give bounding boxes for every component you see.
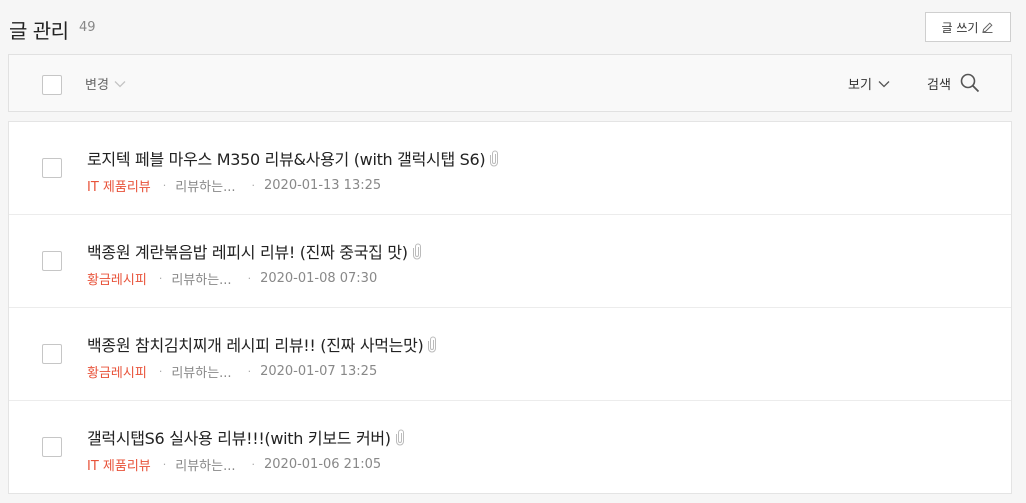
post-date: 2020-01-08 07:30 bbox=[260, 271, 378, 286]
view-label: 보기 bbox=[848, 78, 872, 93]
post-meta: IT 제품리뷰 · 리뷰하는... · 2020-01-13 13:25 bbox=[87, 176, 381, 195]
post-title-link[interactable]: 백종원 계란볶음밥 레피시 리뷰! (진짜 중국집 맛) bbox=[87, 239, 421, 263]
post-checkbox[interactable] bbox=[42, 158, 62, 178]
post-title-link[interactable]: 갤럭시탭S6 실사용 리뷰!!!(with 키보드 커버) bbox=[87, 425, 404, 449]
separator: · bbox=[247, 365, 252, 378]
post-date: 2020-01-06 21:05 bbox=[264, 457, 382, 472]
paperclip-icon bbox=[412, 243, 421, 259]
post-category[interactable]: 황금레시피 bbox=[87, 362, 147, 381]
separator: · bbox=[158, 365, 163, 378]
post-status: 리뷰하는... bbox=[171, 273, 232, 288]
post-title: 갤럭시탭S6 실사용 리뷰!!!(with 키보드 커버) bbox=[87, 429, 391, 448]
post-status: 리뷰하는... bbox=[175, 180, 236, 195]
post-title: 로지텍 페블 마우스 M350 리뷰&사용기 (with 갤럭시탭 S6) bbox=[87, 150, 486, 169]
separator: · bbox=[251, 179, 256, 192]
chevron-down-icon bbox=[114, 80, 126, 87]
post-row: 백종원 계란볶음밥 레피시 리뷰! (진짜 중국집 맛) 황금레시피 · 리뷰하… bbox=[9, 215, 1011, 308]
list-toolbar: 변경 보기 검색 bbox=[8, 54, 1012, 112]
change-label: 변경 bbox=[85, 78, 109, 93]
paperclip-icon bbox=[395, 429, 404, 445]
post-title-link[interactable]: 로지텍 페블 마우스 M350 리뷰&사용기 (with 갤럭시탭 S6) bbox=[87, 146, 499, 170]
post-category[interactable]: 황금레시피 bbox=[87, 269, 147, 288]
post-checkbox[interactable] bbox=[42, 251, 62, 271]
post-meta: 황금레시피 · 리뷰하는... · 2020-01-08 07:30 bbox=[87, 269, 377, 288]
chevron-down-icon bbox=[878, 80, 890, 87]
write-post-button[interactable]: 글 쓰기 bbox=[925, 12, 1011, 42]
post-checkbox[interactable] bbox=[42, 344, 62, 364]
search-icon bbox=[960, 73, 980, 93]
post-category[interactable]: IT 제품리뷰 bbox=[87, 455, 151, 474]
post-date: 2020-01-07 13:25 bbox=[260, 364, 378, 379]
separator: · bbox=[247, 272, 252, 285]
post-checkbox[interactable] bbox=[42, 437, 62, 457]
separator: · bbox=[158, 272, 163, 285]
post-title-link[interactable]: 백종원 참치김치찌개 레시피 리뷰!! (진짜 사먹는맛) bbox=[87, 332, 437, 356]
search-button[interactable]: 검색 bbox=[927, 72, 981, 94]
paperclip-icon bbox=[490, 150, 499, 166]
post-title: 백종원 계란볶음밥 레피시 리뷰! (진짜 중국집 맛) bbox=[87, 243, 408, 262]
post-count: 49 bbox=[79, 20, 96, 35]
page-header: 글 관리 49 글 쓰기 bbox=[0, 0, 1026, 54]
post-row: 로지텍 페블 마우스 M350 리뷰&사용기 (with 갤럭시탭 S6) IT… bbox=[9, 122, 1011, 215]
post-list: 로지텍 페블 마우스 M350 리뷰&사용기 (with 갤럭시탭 S6) IT… bbox=[8, 121, 1012, 494]
separator: · bbox=[162, 458, 167, 471]
post-meta: IT 제품리뷰 · 리뷰하는... · 2020-01-06 21:05 bbox=[87, 455, 381, 474]
select-all-checkbox[interactable] bbox=[42, 75, 62, 95]
view-dropdown[interactable]: 보기 bbox=[848, 74, 890, 93]
separator: · bbox=[162, 179, 167, 192]
post-row: 백종원 참치김치찌개 레시피 리뷰!! (진짜 사먹는맛) 황금레시피 · 리뷰… bbox=[9, 308, 1011, 401]
search-label: 검색 bbox=[927, 77, 951, 93]
post-category[interactable]: IT 제품리뷰 bbox=[87, 176, 151, 195]
post-status: 리뷰하는... bbox=[171, 366, 232, 381]
change-dropdown[interactable]: 변경 bbox=[85, 74, 126, 93]
post-title: 백종원 참치김치찌개 레시피 리뷰!! (진짜 사먹는맛) bbox=[87, 336, 424, 355]
paperclip-icon bbox=[428, 336, 437, 352]
post-row: 갤럭시탭S6 실사용 리뷰!!!(with 키보드 커버) IT 제품리뷰 · … bbox=[9, 401, 1011, 494]
pencil-icon bbox=[982, 21, 993, 33]
post-date: 2020-01-13 13:25 bbox=[264, 178, 382, 193]
write-post-label: 글 쓰기 bbox=[941, 20, 979, 35]
post-meta: 황금레시피 · 리뷰하는... · 2020-01-07 13:25 bbox=[87, 362, 377, 381]
separator: · bbox=[251, 458, 256, 471]
page-title: 글 관리 bbox=[9, 19, 69, 43]
post-status: 리뷰하는... bbox=[175, 459, 236, 474]
